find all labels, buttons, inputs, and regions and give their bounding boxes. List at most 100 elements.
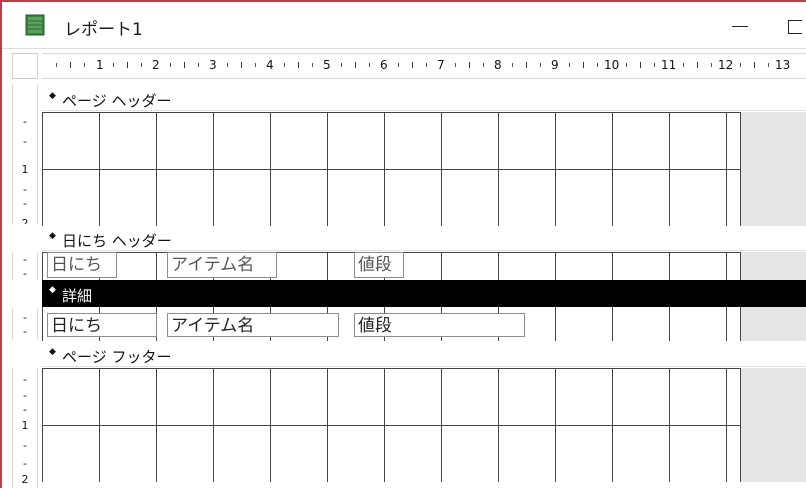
ruler-corner-select-report[interactable] <box>12 53 38 79</box>
ruler-tick <box>711 63 712 67</box>
ruler-number: 3 <box>209 58 217 72</box>
ruler-tick <box>284 63 285 67</box>
vruler-mark: - <box>23 457 27 470</box>
price-field[interactable]: 値段 <box>354 313 525 337</box>
vruler-mark: - <box>23 115 27 128</box>
section-label: ページ ヘッダー <box>62 92 172 110</box>
section-header-page-header[interactable]: ◆ ページ ヘッダー <box>42 86 806 111</box>
vertical-ruler-detail[interactable]: - - <box>12 308 38 340</box>
vruler-mark: 2 <box>21 217 29 225</box>
item-name-field[interactable]: アイテム名 <box>167 313 339 337</box>
ruler-tick <box>312 63 313 67</box>
ruler-tick <box>369 63 370 67</box>
report-icon <box>25 14 45 36</box>
title-bar: レポート1 <box>2 2 806 49</box>
ruler-tick <box>654 63 655 67</box>
ruler-number: 9 <box>551 58 559 72</box>
ruler-tick <box>697 62 698 68</box>
ruler-tick <box>683 63 684 67</box>
ruler-tick <box>141 63 142 67</box>
section-header-detail[interactable]: ◆ 詳細 <box>42 280 806 307</box>
section-arrow-icon: ◆ <box>49 347 56 357</box>
vertical-ruler-page-footer[interactable]: - - - 1 - - 2 <box>12 368 38 488</box>
ruler-number: 11 <box>661 58 677 72</box>
vruler-mark: - <box>23 183 27 196</box>
ruler-tick <box>626 63 627 67</box>
vruler-mark: - <box>23 389 27 402</box>
ruler-number: 1 <box>96 58 104 72</box>
vruler-mark: 2 <box>21 473 29 486</box>
horizontal-ruler[interactable]: 1 2 3 4 5 6 7 8 9 10 11 12 13 <box>42 53 806 79</box>
ruler-tick <box>184 62 185 68</box>
vruler-mark: - <box>23 253 27 266</box>
section-label: 日にち ヘッダー <box>62 232 172 250</box>
band-detail[interactable]: 日にち アイテム名 値段 <box>42 307 806 341</box>
ruler-tick <box>569 63 570 67</box>
ruler-tick <box>640 62 641 68</box>
ruler-number: 4 <box>266 58 274 72</box>
vruler-mark: - <box>23 267 27 280</box>
ruler-tick <box>768 63 769 67</box>
vruler-mark: - <box>23 135 27 148</box>
section-header-day-header[interactable]: ◆ 日にち ヘッダー <box>42 226 806 251</box>
band-page-header[interactable] <box>42 112 806 226</box>
section-label: ページ フッター <box>62 348 172 366</box>
ruler-tick <box>426 63 427 67</box>
ruler-tick <box>512 63 513 67</box>
ruler-number: 5 <box>323 58 331 72</box>
ruler-number: 6 <box>380 58 388 72</box>
ruler-tick <box>355 62 356 68</box>
ruler-tick <box>241 62 242 68</box>
vruler-mark: - <box>23 439 27 452</box>
section-arrow-icon: ◆ <box>49 91 56 101</box>
ruler-tick <box>540 63 541 67</box>
vruler-mark: - <box>23 311 27 324</box>
ruler-tick <box>483 63 484 67</box>
section-arrow-icon: ◆ <box>49 285 56 295</box>
section-arrow-icon: ◆ <box>49 231 56 241</box>
ruler-tick <box>84 63 85 67</box>
ruler-tick <box>526 62 527 68</box>
ruler-number: 10 <box>604 58 620 72</box>
date-label[interactable]: 日にち <box>47 252 117 278</box>
ruler-tick <box>754 62 755 68</box>
ruler-tick <box>113 63 114 67</box>
ruler-tick <box>255 63 256 67</box>
band-page-footer[interactable] <box>42 368 806 482</box>
ruler-tick <box>583 62 584 68</box>
vruler-mark: - <box>23 197 27 210</box>
vruler-mark: - <box>23 403 27 416</box>
ruler-tick <box>455 63 456 67</box>
minimize-button[interactable] <box>720 4 760 48</box>
vruler-mark: - <box>23 325 27 338</box>
ruler-number: 12 <box>718 58 734 72</box>
section-label: 詳細 <box>62 287 93 305</box>
ruler-tick <box>298 62 299 68</box>
date-field[interactable]: 日にち <box>47 313 157 337</box>
ruler-number: 13 <box>775 58 791 72</box>
vertical-ruler-page-header[interactable]: - - 1 - - 2 <box>12 84 38 224</box>
ruler-tick <box>227 63 228 67</box>
ruler-number: 7 <box>437 58 445 72</box>
ruler-number: 2 <box>152 58 160 72</box>
ruler-tick <box>56 63 57 67</box>
ruler-tick <box>398 63 399 67</box>
vruler-mark: 1 <box>21 419 29 432</box>
vruler-mark: - <box>23 373 27 386</box>
ruler-tick <box>341 63 342 67</box>
vertical-ruler-day-header[interactable]: - - <box>12 252 38 280</box>
ruler-tick <box>127 62 128 68</box>
section-header-page-footer[interactable]: ◆ ページ フッター <box>42 342 806 367</box>
maximize-button[interactable] <box>778 4 806 48</box>
design-grid <box>42 112 741 226</box>
ruler-number: 8 <box>494 58 502 72</box>
price-label[interactable]: 値段 <box>354 252 404 278</box>
item-name-label[interactable]: アイテム名 <box>167 252 277 278</box>
ruler-tick <box>198 63 199 67</box>
window-title: レポート1 <box>64 20 143 40</box>
ruler-tick <box>412 62 413 68</box>
ruler-tick <box>70 62 71 68</box>
ruler-tick <box>170 63 171 67</box>
ruler-tick <box>597 63 598 67</box>
band-day-header[interactable]: 日にち アイテム名 値段 <box>42 252 806 280</box>
